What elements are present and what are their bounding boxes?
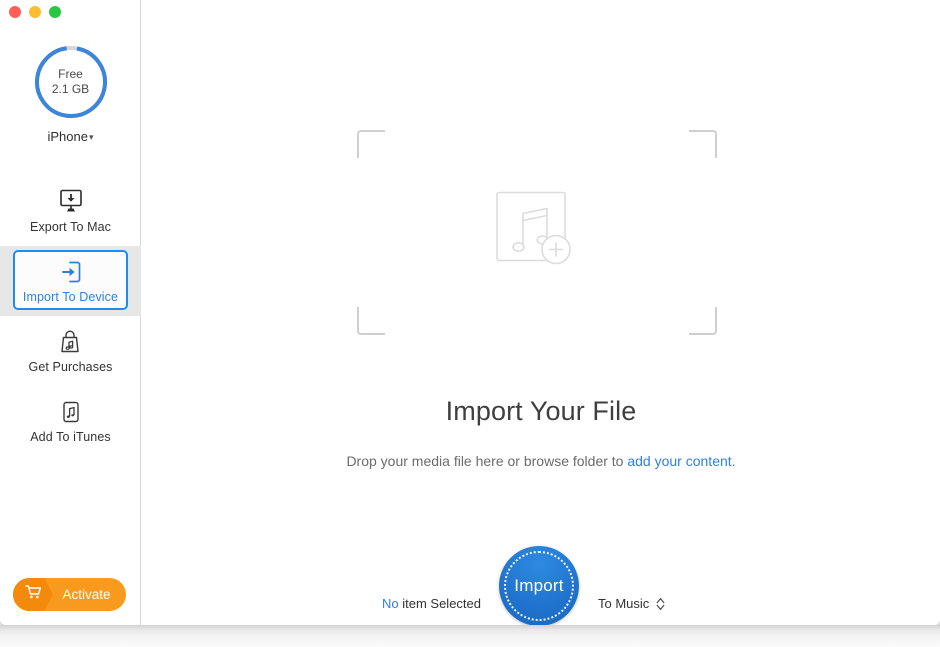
drop-instruction-suffix: . xyxy=(731,453,736,469)
import-button[interactable]: Import xyxy=(499,546,579,625)
sidebar: Free 2.1 GB iPhone ▾ Export To Mac Impor… xyxy=(0,0,141,625)
storage-free-label: Free xyxy=(58,67,83,81)
sidebar-item-label: Get Purchases xyxy=(28,359,113,374)
window-controls xyxy=(9,6,61,18)
storage-ring: Free 2.1 GB xyxy=(33,44,109,120)
minimize-button[interactable] xyxy=(29,6,41,18)
app-root: Free 2.1 GB iPhone ▾ Export To Mac Impor… xyxy=(0,0,940,647)
device-selector[interactable]: iPhone ▾ xyxy=(0,129,141,144)
add-your-content-link[interactable]: add your content xyxy=(627,453,731,469)
sidebar-item-get-purchases[interactable]: Get Purchases xyxy=(0,316,141,386)
sidebar-item-label: Import To Device xyxy=(22,289,119,304)
drop-instruction: Drop your media file here or browse fold… xyxy=(142,453,940,469)
chevron-down-icon: ▾ xyxy=(88,132,94,142)
square-music-note-icon xyxy=(56,399,86,425)
activate-cart-area xyxy=(13,578,53,611)
music-file-add-icon xyxy=(494,189,580,276)
selection-status-text: item Selected xyxy=(398,596,481,611)
page-title: Import Your File xyxy=(445,396,637,426)
sidebar-item-add-to-itunes[interactable]: Add To iTunes xyxy=(0,386,141,456)
application-window: Free 2.1 GB iPhone ▾ Export To Mac Impor… xyxy=(0,0,940,625)
corner-bracket-top-left xyxy=(357,130,385,158)
import-button-label: Import xyxy=(514,576,564,595)
bottom-toolbar: No item Selected Import To Music xyxy=(142,546,940,625)
device-name: iPhone xyxy=(47,129,88,144)
sidebar-item-import-to-device[interactable]: Import To Device xyxy=(0,246,141,316)
close-button[interactable] xyxy=(9,6,21,18)
sidebar-item-label: Export To Mac xyxy=(30,219,111,234)
storage-ring-text: Free 2.1 GB xyxy=(33,44,109,120)
file-drop-zone[interactable] xyxy=(357,130,717,335)
corner-bracket-top-right xyxy=(689,130,717,158)
storage-free-value: 2.1 GB xyxy=(51,82,90,96)
sidebar-nav: Export To Mac Import To Device Get Purch… xyxy=(0,176,141,456)
storage-widget: Free 2.1 GB iPhone ▾ xyxy=(0,44,141,144)
shopping-cart-icon xyxy=(24,584,42,605)
selection-count: No xyxy=(382,596,399,611)
corner-bracket-bottom-left xyxy=(357,307,385,335)
sidebar-item-export-to-mac[interactable]: Export To Mac xyxy=(0,176,141,246)
shopping-bag-music-icon xyxy=(55,329,85,355)
sidebar-item-label: Add To iTunes xyxy=(30,429,111,444)
destination-selector[interactable]: To Music xyxy=(598,596,665,611)
device-import-arrow-icon xyxy=(56,259,86,285)
maximize-button[interactable] xyxy=(49,6,61,18)
activate-label: Activate xyxy=(62,587,111,602)
monitor-download-icon xyxy=(56,189,86,215)
window-drop-shadow xyxy=(0,625,940,647)
destination-label: To Music xyxy=(598,596,650,611)
drop-instruction-prefix: Drop your media file here or browse fold… xyxy=(346,453,628,469)
main-content: Import Your File Drop your media file he… xyxy=(142,0,940,625)
corner-bracket-bottom-right xyxy=(689,307,717,335)
chevron-up-down-icon xyxy=(656,597,665,611)
activate-button[interactable]: Activate xyxy=(13,578,126,611)
selection-status: No item Selected xyxy=(382,596,481,611)
